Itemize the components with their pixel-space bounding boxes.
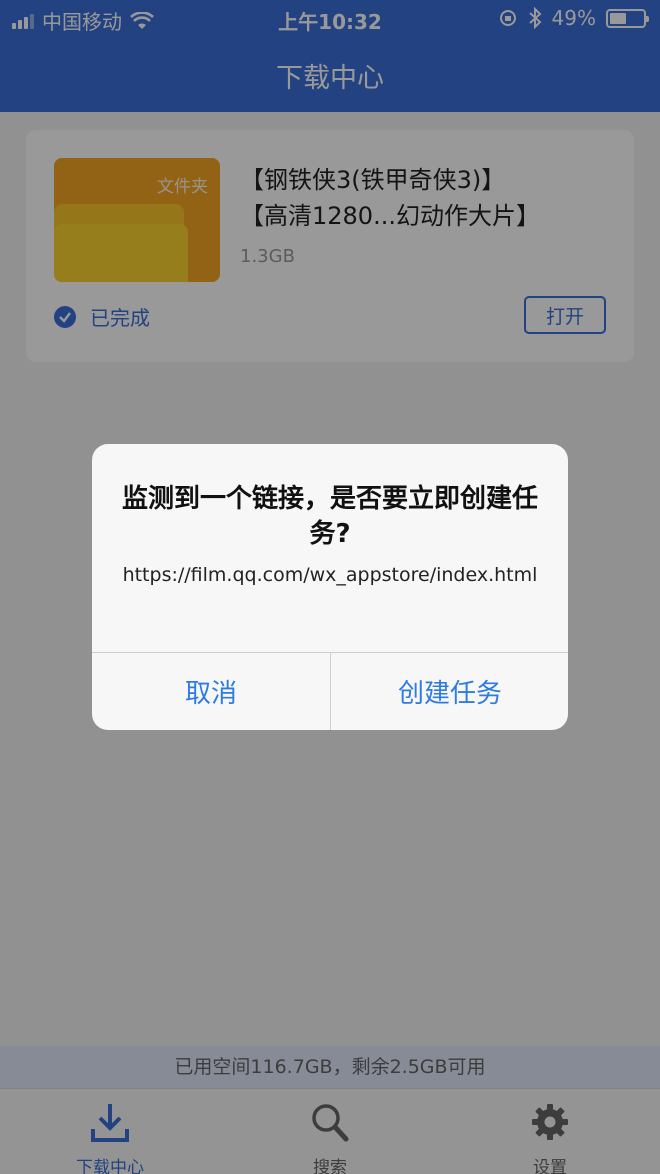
alert-title: 监测到一个链接，是否要立即创建任务?: [122, 484, 539, 549]
cancel-button[interactable]: 取消: [92, 653, 330, 730]
alert-link: https://film.qq.com/wx_appstore/index.ht…: [122, 564, 538, 586]
create-task-alert: 监测到一个链接，是否要立即创建任务? https://film.qq.com/w…: [92, 444, 568, 730]
create-task-button[interactable]: 创建任务: [331, 653, 568, 730]
